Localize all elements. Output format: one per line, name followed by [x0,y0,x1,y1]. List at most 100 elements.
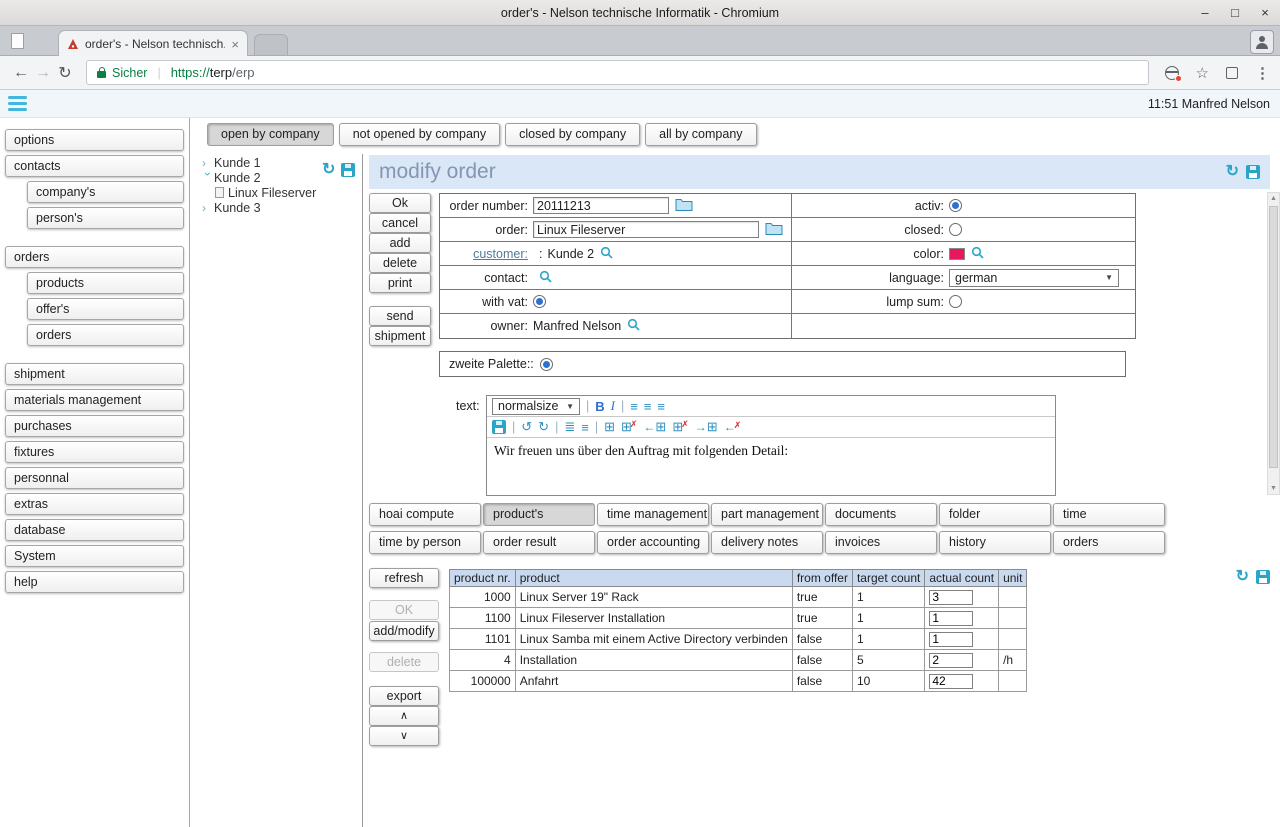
customer-link[interactable]: customer: [473,247,528,261]
move-down-button[interactable]: ∨ [369,726,439,746]
tree-item-kunde-3[interactable]: › Kunde 3 [202,200,360,215]
move-up-button[interactable]: ∧ [369,706,439,726]
tab-time-by-person[interactable]: time by person [369,531,481,554]
filter-tab-all-by-company[interactable]: all by company [645,123,756,146]
order-input[interactable] [533,221,759,238]
align-center-icon[interactable]: ≡ [644,399,652,414]
table-row[interactable]: 1101 Linux Samba mit einem Active Direct… [450,629,1027,650]
undo-icon[interactable]: ↺ [521,419,532,435]
search-icon[interactable] [627,318,640,334]
refresh-icon[interactable]: ↻ [1236,570,1249,584]
tab-documents[interactable]: documents [825,503,937,526]
insert-column-icon[interactable]: →⊞ [695,419,718,435]
document-icon[interactable] [11,33,24,49]
sidebar-item-orders[interactable]: orders [5,246,184,268]
export-button[interactable]: export [369,686,439,706]
sidebar-item-extras[interactable]: extras [5,493,184,515]
tab-time-management[interactable]: time management [597,503,709,526]
tab-folder[interactable]: folder [939,503,1051,526]
with-vat-radio[interactable] [533,295,546,308]
tab-hoai-compute[interactable]: hoai compute [369,503,481,526]
save-icon[interactable] [1256,570,1270,584]
order-number-input[interactable] [533,197,669,214]
send-button[interactable]: send [369,306,431,326]
delete-column-icon[interactable]: ←✗ [724,420,742,434]
sidebar-item-products[interactable]: products [27,272,184,294]
tab-order-accounting[interactable]: order accounting [597,531,709,554]
delete-row-icon[interactable]: ⊞✗ [672,419,688,435]
forward-icon[interactable]: → [32,64,54,82]
save-icon[interactable] [1246,165,1260,179]
refresh-icon[interactable]: ↻ [1226,165,1239,179]
hamburger-menu-icon[interactable] [8,96,27,111]
add-button[interactable]: add [369,233,431,253]
filter-tab-open-by-company[interactable]: open by company [207,123,334,146]
scroll-up-icon[interactable]: ▲ [1268,195,1279,202]
actual-count-input[interactable] [929,674,973,689]
editor-content[interactable]: Wir freuen uns über den Auftrag mit folg… [487,438,1055,495]
table-row[interactable]: 100000 Anfahrt false 10 [450,671,1027,692]
reload-icon[interactable]: ↻ [54,63,76,83]
actual-count-input[interactable] [929,590,973,605]
filter-tab-closed-by-company[interactable]: closed by company [505,123,640,146]
sidebar-item-personnal[interactable]: personnal [5,467,184,489]
ok-button[interactable]: Ok [369,193,431,213]
maximize-button[interactable]: □ [1228,5,1242,20]
tab-invoices[interactable]: invoices [825,531,937,554]
sidebar-item-persons[interactable]: person's [27,207,184,229]
ordered-list-icon[interactable]: ≡ [581,420,589,435]
back-icon[interactable]: ← [10,64,32,82]
sidebar-item-system[interactable]: System [5,545,184,567]
table-row[interactable]: 4 Installation false 5 /h [450,650,1027,671]
tab-order-result[interactable]: order result [483,531,595,554]
address-bar[interactable]: Sicher | https://terp/erp [86,60,1149,85]
refresh-button[interactable]: refresh [369,568,439,588]
search-icon[interactable] [600,246,613,262]
bookmark-star-icon[interactable]: ☆ [1196,64,1209,82]
delete-button[interactable]: delete [369,253,431,273]
redo-icon[interactable]: ↻ [538,419,549,435]
folder-icon[interactable] [765,221,783,238]
folder-icon[interactable] [675,197,693,214]
filter-tab-not-opened-by-company[interactable]: not opened by company [339,123,500,146]
insert-table-icon[interactable]: ⊞ [604,419,615,435]
zweite-palette-radio[interactable] [540,358,553,371]
sidebar-item-companys[interactable]: company's [27,181,184,203]
italic-icon[interactable]: I [611,398,615,414]
tree-item-linux-fileserver[interactable]: Linux Fileserver [202,185,360,200]
table-row[interactable]: 1000 Linux Server 19" Rack true 1 [450,587,1027,608]
insert-row-icon[interactable]: ←⊞ [643,419,666,435]
scrollbar-thumb[interactable] [1269,206,1278,468]
closed-radio[interactable] [949,223,962,236]
print-button[interactable]: print [369,273,431,293]
actual-count-input[interactable] [929,653,973,668]
sidebar-item-shipment[interactable]: shipment [5,363,184,385]
tab-products[interactable]: product's [483,503,595,526]
lump-sum-radio[interactable] [949,295,962,308]
sidebar-item-purchases[interactable]: purchases [5,415,184,437]
cancel-button[interactable]: cancel [369,213,431,233]
language-select[interactable]: german▼ [949,269,1119,287]
add-modify-button[interactable]: add/modify [369,621,439,641]
tab-close-icon[interactable]: × [231,37,239,52]
sidebar-item-fixtures[interactable]: fixtures [5,441,184,463]
tab-orders[interactable]: orders [1053,531,1165,554]
actual-count-input[interactable] [929,611,973,626]
sidebar-item-offers[interactable]: offer's [27,298,184,320]
menu-dots-icon[interactable]: ⋮ [1255,64,1270,82]
tab-history[interactable]: history [939,531,1051,554]
items-ok-button[interactable]: OK [369,600,439,620]
table-row[interactable]: 1100 Linux Fileserver Installation true … [450,608,1027,629]
translate-icon[interactable] [1165,66,1179,80]
minimize-button[interactable]: – [1198,5,1212,20]
sidebar-item-contacts[interactable]: contacts [5,155,184,177]
editor-save-icon[interactable] [492,420,506,434]
url-text[interactable]: https://terp/erp [171,65,255,80]
actual-count-input[interactable] [929,632,973,647]
text-style-select[interactable]: normalsize▼ [492,398,580,415]
delete-table-icon[interactable]: ⊞✗ [621,419,637,435]
align-left-icon[interactable]: ≡ [630,399,638,414]
shipment-button[interactable]: shipment [369,326,431,346]
refresh-icon[interactable]: ↻ [322,163,335,177]
form-scrollbar[interactable]: ▲ ▼ [1267,192,1280,495]
